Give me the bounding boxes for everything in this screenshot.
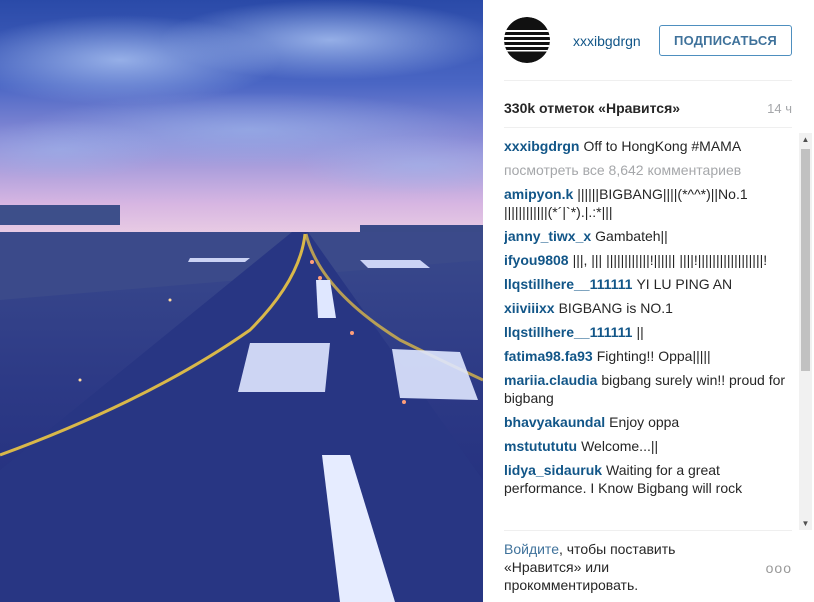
comment-username[interactable]: janny_tiwx_x [504, 228, 591, 244]
more-options-icon[interactable]: ооо [766, 560, 792, 576]
arrow-down-icon[interactable]: ▼ [799, 517, 812, 530]
post-author-username[interactable]: xxxibgdrgn [573, 33, 641, 49]
caption: xxxibgdrgn Off to HongKong #MAMA [504, 137, 794, 155]
comment-item: lidya_sidauruk Waiting for a great perfor… [504, 461, 794, 497]
comment-text: Gambateh|| [595, 228, 668, 244]
comment-username[interactable]: lidya_sidauruk [504, 462, 602, 478]
likes-count[interactable]: 330k отметок «Нравится» [504, 100, 680, 116]
comment-username[interactable]: llqstillhere__111111 [504, 324, 632, 340]
comment-text: Fighting!! Oppa||||| [596, 348, 711, 364]
comment-item: ifyou9808 |||, ||| ||||||||||||!|||||| ||… [504, 251, 794, 269]
comment-item: llqstillhere__111111 YI LU PING AN [504, 275, 794, 293]
comment-text: Welcome...|| [581, 438, 659, 454]
comment-item: janny_tiwx_x Gambateh|| [504, 227, 794, 245]
comment-text: || [636, 324, 644, 340]
comment-text: BIGBANG is NO.1 [558, 300, 673, 316]
login-prompt: Войдите, чтобы поставить «Нравится» или … [504, 540, 734, 594]
comment-username[interactable]: mstutututu [504, 438, 577, 454]
comments-scrollbar[interactable]: ▲ ▼ [799, 133, 812, 530]
login-link[interactable]: Войдите [504, 541, 559, 557]
comment-item: mariia.claudia bigbang surely win!! proud… [504, 371, 794, 407]
runway-photo [0, 0, 483, 602]
comment-text: Enjoy oppa [609, 414, 680, 430]
comment-item: xiiviiixx BIGBANG is NO.1 [504, 299, 794, 317]
comments-list: xxxibgdrgn Off to HongKong #MAMA посмотре… [504, 137, 794, 529]
comment-username[interactable]: amipyon.k [504, 186, 573, 202]
comment-item: fatima98.fa93 Fighting!! Oppa||||| [504, 347, 794, 365]
post-sidebar: xxxibgdrgn ПОДПИСАТЬСЯ 330k отметок «Нра… [483, 0, 814, 602]
comment-item: bhavyakaundal Enjoy oppa [504, 413, 794, 431]
follow-button[interactable]: ПОДПИСАТЬСЯ [659, 25, 792, 56]
post-header: xxxibgdrgn ПОДПИСАТЬСЯ [504, 17, 792, 63]
likes-divider [504, 127, 792, 128]
comment-username[interactable]: llqstillhere__111111 [504, 276, 632, 292]
header-divider [504, 80, 792, 81]
comment-item: amipyon.k ||||||BIGBANG||||(*^^*)||No.1 |… [504, 185, 794, 221]
comment-username[interactable]: bhavyakaundal [504, 414, 605, 430]
scrollbar-thumb[interactable] [801, 149, 810, 371]
caption-text: Off to HongKong #MAMA [583, 138, 742, 154]
post-footer: Войдите, чтобы поставить «Нравится» или … [504, 540, 792, 596]
bigbang-logo-icon[interactable] [504, 17, 550, 63]
comment-username[interactable]: fatima98.fa93 [504, 348, 593, 364]
arrow-up-icon[interactable]: ▲ [799, 133, 812, 146]
post-time[interactable]: 14 ч [767, 101, 792, 116]
comment-username[interactable]: ifyou9808 [504, 252, 569, 268]
caption-username[interactable]: xxxibgdrgn [504, 138, 579, 154]
footer-divider [504, 530, 792, 531]
post-photo[interactable] [0, 0, 483, 602]
comment-username[interactable]: mariia.claudia [504, 372, 597, 388]
likes-row: 330k отметок «Нравится» 14 ч [504, 100, 792, 118]
comment-item: llqstillhere__111111 || [504, 323, 794, 341]
comment-text: YI LU PING AN [636, 276, 733, 292]
view-all-comments-link[interactable]: посмотреть все 8,642 комментариев [504, 161, 794, 179]
comment-username[interactable]: xiiviiixx [504, 300, 555, 316]
comment-item: mstutututu Welcome...|| [504, 437, 794, 455]
comment-text: |||, ||| ||||||||||||!|||||| ||||!||||||… [572, 252, 768, 268]
